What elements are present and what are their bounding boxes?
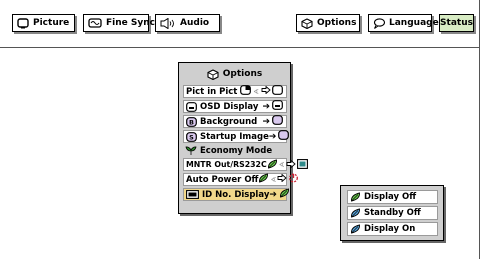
menu-item-label: OSD Display: [200, 101, 259, 112]
menu-section-economy-mode: Economy Mode: [183, 144, 286, 157]
tab-fine-sync[interactable]: Fine Sync: [83, 14, 155, 32]
submenu-item-label: Display Off: [364, 192, 417, 202]
submenu-item-display-on[interactable]: Display On: [347, 222, 438, 236]
menu-item-label: Auto Power Off: [186, 174, 259, 185]
arrow-right-icon: ➔: [268, 131, 277, 142]
arrow-right-icon: [286, 159, 296, 170]
startup-image-icon: S: [186, 131, 197, 142]
menu-item-id-no-display[interactable]: ID No. Display ➔: [183, 188, 290, 201]
menu-item-label: MNTR Out/RS232C: [186, 160, 267, 169]
tab-audio[interactable]: Audio: [155, 14, 220, 32]
separator-icon: ∢: [253, 87, 259, 96]
menu-item-label: Background: [200, 116, 258, 127]
osd-display-value-icon: [272, 100, 283, 113]
submenu-item-label: Standby Off: [364, 208, 421, 218]
separator-icon: ∢: [278, 160, 285, 169]
menu-item-startup-image[interactable]: S Startup Image ➔: [183, 130, 290, 143]
pip-toggle-icon: [240, 85, 252, 98]
separator-icon: ∢: [270, 175, 277, 184]
svg-text:S: S: [189, 133, 194, 141]
options-icon: [207, 68, 219, 80]
background-icon: B: [186, 116, 197, 127]
menu-item-label: ID No. Display: [202, 189, 270, 200]
menu-item-auto-power-off[interactable]: Auto Power Off ∢: [183, 173, 299, 186]
menu-item-label: Pict in Pict: [186, 86, 238, 97]
id-display-icon: [186, 190, 199, 199]
leaf-on-icon: [258, 173, 269, 186]
options-menu-title-text: Options: [222, 69, 263, 79]
leaf-standby-off-icon: [350, 208, 361, 218]
menu-item-background[interactable]: B Background ➔: [183, 115, 287, 128]
osd-display-icon: [186, 101, 197, 112]
arrow-right-icon: [261, 85, 271, 97]
picture-icon: [17, 17, 29, 29]
speech-bubble-icon: [373, 17, 385, 29]
submenu-item-standby-off[interactable]: Standby Off: [347, 206, 438, 220]
tab-picture[interactable]: Picture: [12, 14, 75, 32]
speaker-icon: [160, 17, 176, 29]
arrow-right-icon: ➔: [269, 189, 277, 200]
economy-leaf-icon: [185, 146, 197, 156]
leaf-on-icon: [279, 188, 290, 201]
power-off-icon: [288, 173, 299, 186]
leaf-display-off-icon: [350, 192, 361, 202]
tab-language[interactable]: Language: [368, 14, 439, 32]
options-icon: [301, 17, 313, 29]
tab-options-label: Options: [317, 18, 357, 28]
submenu-item-label: Display On: [364, 224, 416, 234]
pip-off-icon: [272, 85, 283, 98]
leaf-on-icon: [267, 158, 278, 171]
menu-item-osd-display[interactable]: OSD Display ➔: [183, 100, 287, 113]
tab-bar-divider: [0, 47, 480, 48]
arrow-right-icon: ➔: [262, 116, 270, 127]
tab-status-label: Status: [440, 18, 473, 28]
tab-audio-label: Audio: [180, 18, 210, 28]
startup-image-value-icon: [278, 130, 290, 143]
arrow-right-icon: ➔: [262, 101, 270, 112]
tab-fine-sync-label: Fine Sync: [106, 18, 155, 28]
menu-item-label: Startup Image: [200, 131, 269, 142]
tab-picture-label: Picture: [33, 18, 70, 28]
menu-item-mntr-out-rs232c[interactable]: MNTR Out/RS232C ∢: [183, 158, 308, 171]
tab-status[interactable]: Status: [439, 14, 474, 32]
background-value-icon: [272, 115, 283, 128]
options-menu: Options Pict in Pict ∢ OSD Display ➔ B B…: [178, 62, 308, 214]
tab-language-label: Language: [389, 18, 439, 28]
monitor-out-icon: [296, 158, 308, 171]
arrow-right-icon: [277, 173, 288, 185]
submenu-item-display-off[interactable]: Display Off: [347, 190, 438, 204]
svg-text:B: B: [189, 118, 194, 126]
options-menu-title: Options: [179, 66, 290, 82]
tab-options[interactable]: Options: [296, 14, 360, 32]
leaf-display-on-icon: [350, 224, 361, 234]
id-display-submenu: Display Off Standby Off Display On: [340, 185, 444, 241]
menu-item-label: Economy Mode: [200, 145, 273, 156]
menu-item-pict-in-pict[interactable]: Pict in Pict ∢: [183, 85, 287, 98]
fine-sync-icon: [88, 17, 102, 29]
